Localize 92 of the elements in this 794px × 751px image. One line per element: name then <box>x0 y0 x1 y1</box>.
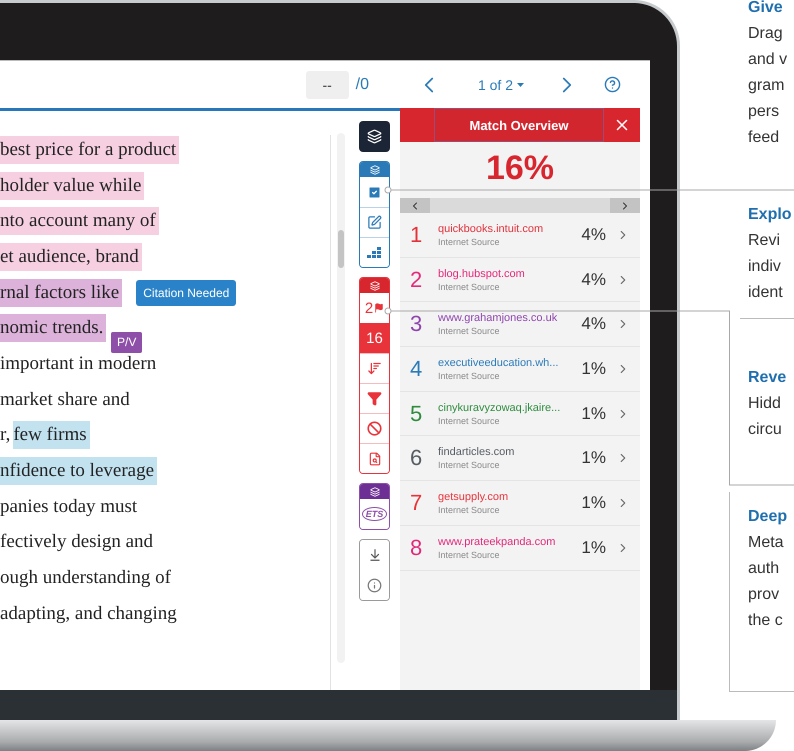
source-number: 2 <box>410 266 424 293</box>
callout-text: Drag and v gram pers feed <box>748 24 788 148</box>
document-text: panies today must <box>0 494 138 519</box>
callout-title: Deep <box>748 507 788 527</box>
callout-text: Meta auth prov the c <box>748 533 785 631</box>
source-type: Internet Source <box>438 460 501 470</box>
horizontal-scrollbar[interactable] <box>400 198 640 213</box>
match-percent: 1% <box>581 404 606 424</box>
scrollbar[interactable] <box>337 133 345 663</box>
grid-icon[interactable] <box>367 246 382 258</box>
ban-icon[interactable] <box>367 421 382 436</box>
sort-icon[interactable] <box>367 361 382 376</box>
source-type: Internet Source <box>438 504 501 515</box>
source-number: 5 <box>410 400 424 427</box>
document-search-icon[interactable] <box>368 452 382 466</box>
callout-text: Revi indiv ident <box>748 231 784 303</box>
download-icon[interactable] <box>368 548 382 562</box>
match-percent: 1% <box>581 448 606 468</box>
help-icon[interactable] <box>604 76 621 93</box>
callout-title: Reve <box>748 368 788 388</box>
source-name: cinykuravyzowaq.jkaire... <box>438 402 562 414</box>
document-text: adapting, and changing <box>0 602 178 626</box>
match-percent: 4% <box>581 314 606 334</box>
highlighted-text: nto account many of <box>0 207 159 236</box>
source-number: 3 <box>410 311 424 338</box>
source-number: 1 <box>410 222 424 248</box>
source-name: www.grahamjones.co.uk <box>438 312 558 324</box>
panel-title: Match Overview <box>434 108 604 142</box>
source-type: Internet Source <box>438 416 501 426</box>
pager-dropdown[interactable]: 1 of 2 <box>478 76 524 92</box>
callout-title: Give <box>748 0 784 18</box>
source-name: www.prateekpanda.com <box>438 536 556 548</box>
highlighted-text: few firms <box>13 421 90 450</box>
match-percent: 4% <box>581 270 606 290</box>
match-percent: 1% <box>581 492 606 513</box>
edit-icon[interactable] <box>367 215 382 230</box>
source-row[interactable]: 1 quickbooks.intuit.com Internet Source 4% <box>400 213 640 258</box>
match-count-button[interactable]: 16 <box>360 323 389 353</box>
source-name: findarticles.com <box>438 446 516 458</box>
source-type: Internet Source <box>438 370 501 381</box>
source-number: 8 <box>410 534 424 561</box>
source-row[interactable]: 4 executiveeducation.wh... Internet Source 1% <box>400 347 640 392</box>
source-type: Internet Source <box>438 550 501 560</box>
callout-text: Hidd circu <box>748 394 783 440</box>
grid-button[interactable] <box>360 237 389 267</box>
citation-tag[interactable]: Citation Needed <box>136 280 236 306</box>
source-number: 7 <box>410 490 424 516</box>
match-percent: 1% <box>581 538 606 558</box>
highlighted-text: nfidence to leverage <box>0 457 158 486</box>
source-row[interactable]: 5 cinykuravyzowaq.jkaire... Internet Source 1% <box>400 392 640 436</box>
highlighted-text: holder value while <box>0 172 144 200</box>
highlighted-text: best price for a product <box>0 136 180 164</box>
annotation-tag[interactable]: P/V <box>111 332 142 354</box>
page-total: /0 <box>356 76 369 94</box>
source-row[interactable]: 3 www.grahamjones.co.uk Internet Source 4% <box>400 302 640 348</box>
highlighted-text: et audience, brand <box>0 242 142 271</box>
source-type: Internet Source <box>438 326 501 336</box>
source-name: getsupply.com <box>438 490 510 503</box>
source-row[interactable]: 2 blog.hubspot.com Internet Source 4% <box>400 258 640 302</box>
callout-title: Explo <box>748 205 793 225</box>
chevron-right-icon[interactable] <box>610 198 640 213</box>
source-number: 6 <box>410 445 424 472</box>
document-text: important in modern <box>0 352 158 376</box>
caret-icon[interactable] <box>517 82 524 86</box>
layers-button[interactable] <box>359 121 390 152</box>
checkbox-icon[interactable] <box>367 184 382 200</box>
source-name: quickbooks.intuit.com <box>438 222 544 235</box>
document-text: fectively design and <box>0 530 154 554</box>
document-text: r, <box>0 423 12 448</box>
match-percent: 1% <box>581 358 606 379</box>
flag-icon[interactable] <box>374 303 384 313</box>
source-row[interactable]: 8 www.prateekpanda.com Internet Source 1% <box>400 526 640 570</box>
document-text: ough understanding of <box>0 566 172 590</box>
match-percent: 4% <box>581 224 606 245</box>
source-type: Internet Source <box>438 236 501 247</box>
filter-icon[interactable] <box>367 391 382 406</box>
page-field[interactable]: -- <box>306 70 349 98</box>
source-row[interactable]: 6 findarticles.com Internet Source 1% <box>400 436 640 482</box>
source-name: blog.hubspot.com <box>438 268 526 280</box>
source-number: 4 <box>410 356 424 382</box>
highlighted-text: nomic trends. <box>0 314 106 342</box>
chevron-left-icon[interactable] <box>400 198 430 213</box>
match-score: 16% <box>484 148 556 188</box>
document-search-button[interactable] <box>360 443 389 473</box>
document-text: market share and <box>0 388 131 412</box>
source-name: executiveeducation.wh... <box>438 356 560 369</box>
highlighted-text: rnal factors like <box>0 278 122 307</box>
scroll-thumb[interactable] <box>338 230 344 268</box>
source-row[interactable]: 7 getsupply.com Internet Source 1% <box>400 481 640 526</box>
layers-icon[interactable] <box>367 129 382 144</box>
info-icon[interactable] <box>367 578 382 592</box>
source-type: Internet Source <box>438 282 501 292</box>
